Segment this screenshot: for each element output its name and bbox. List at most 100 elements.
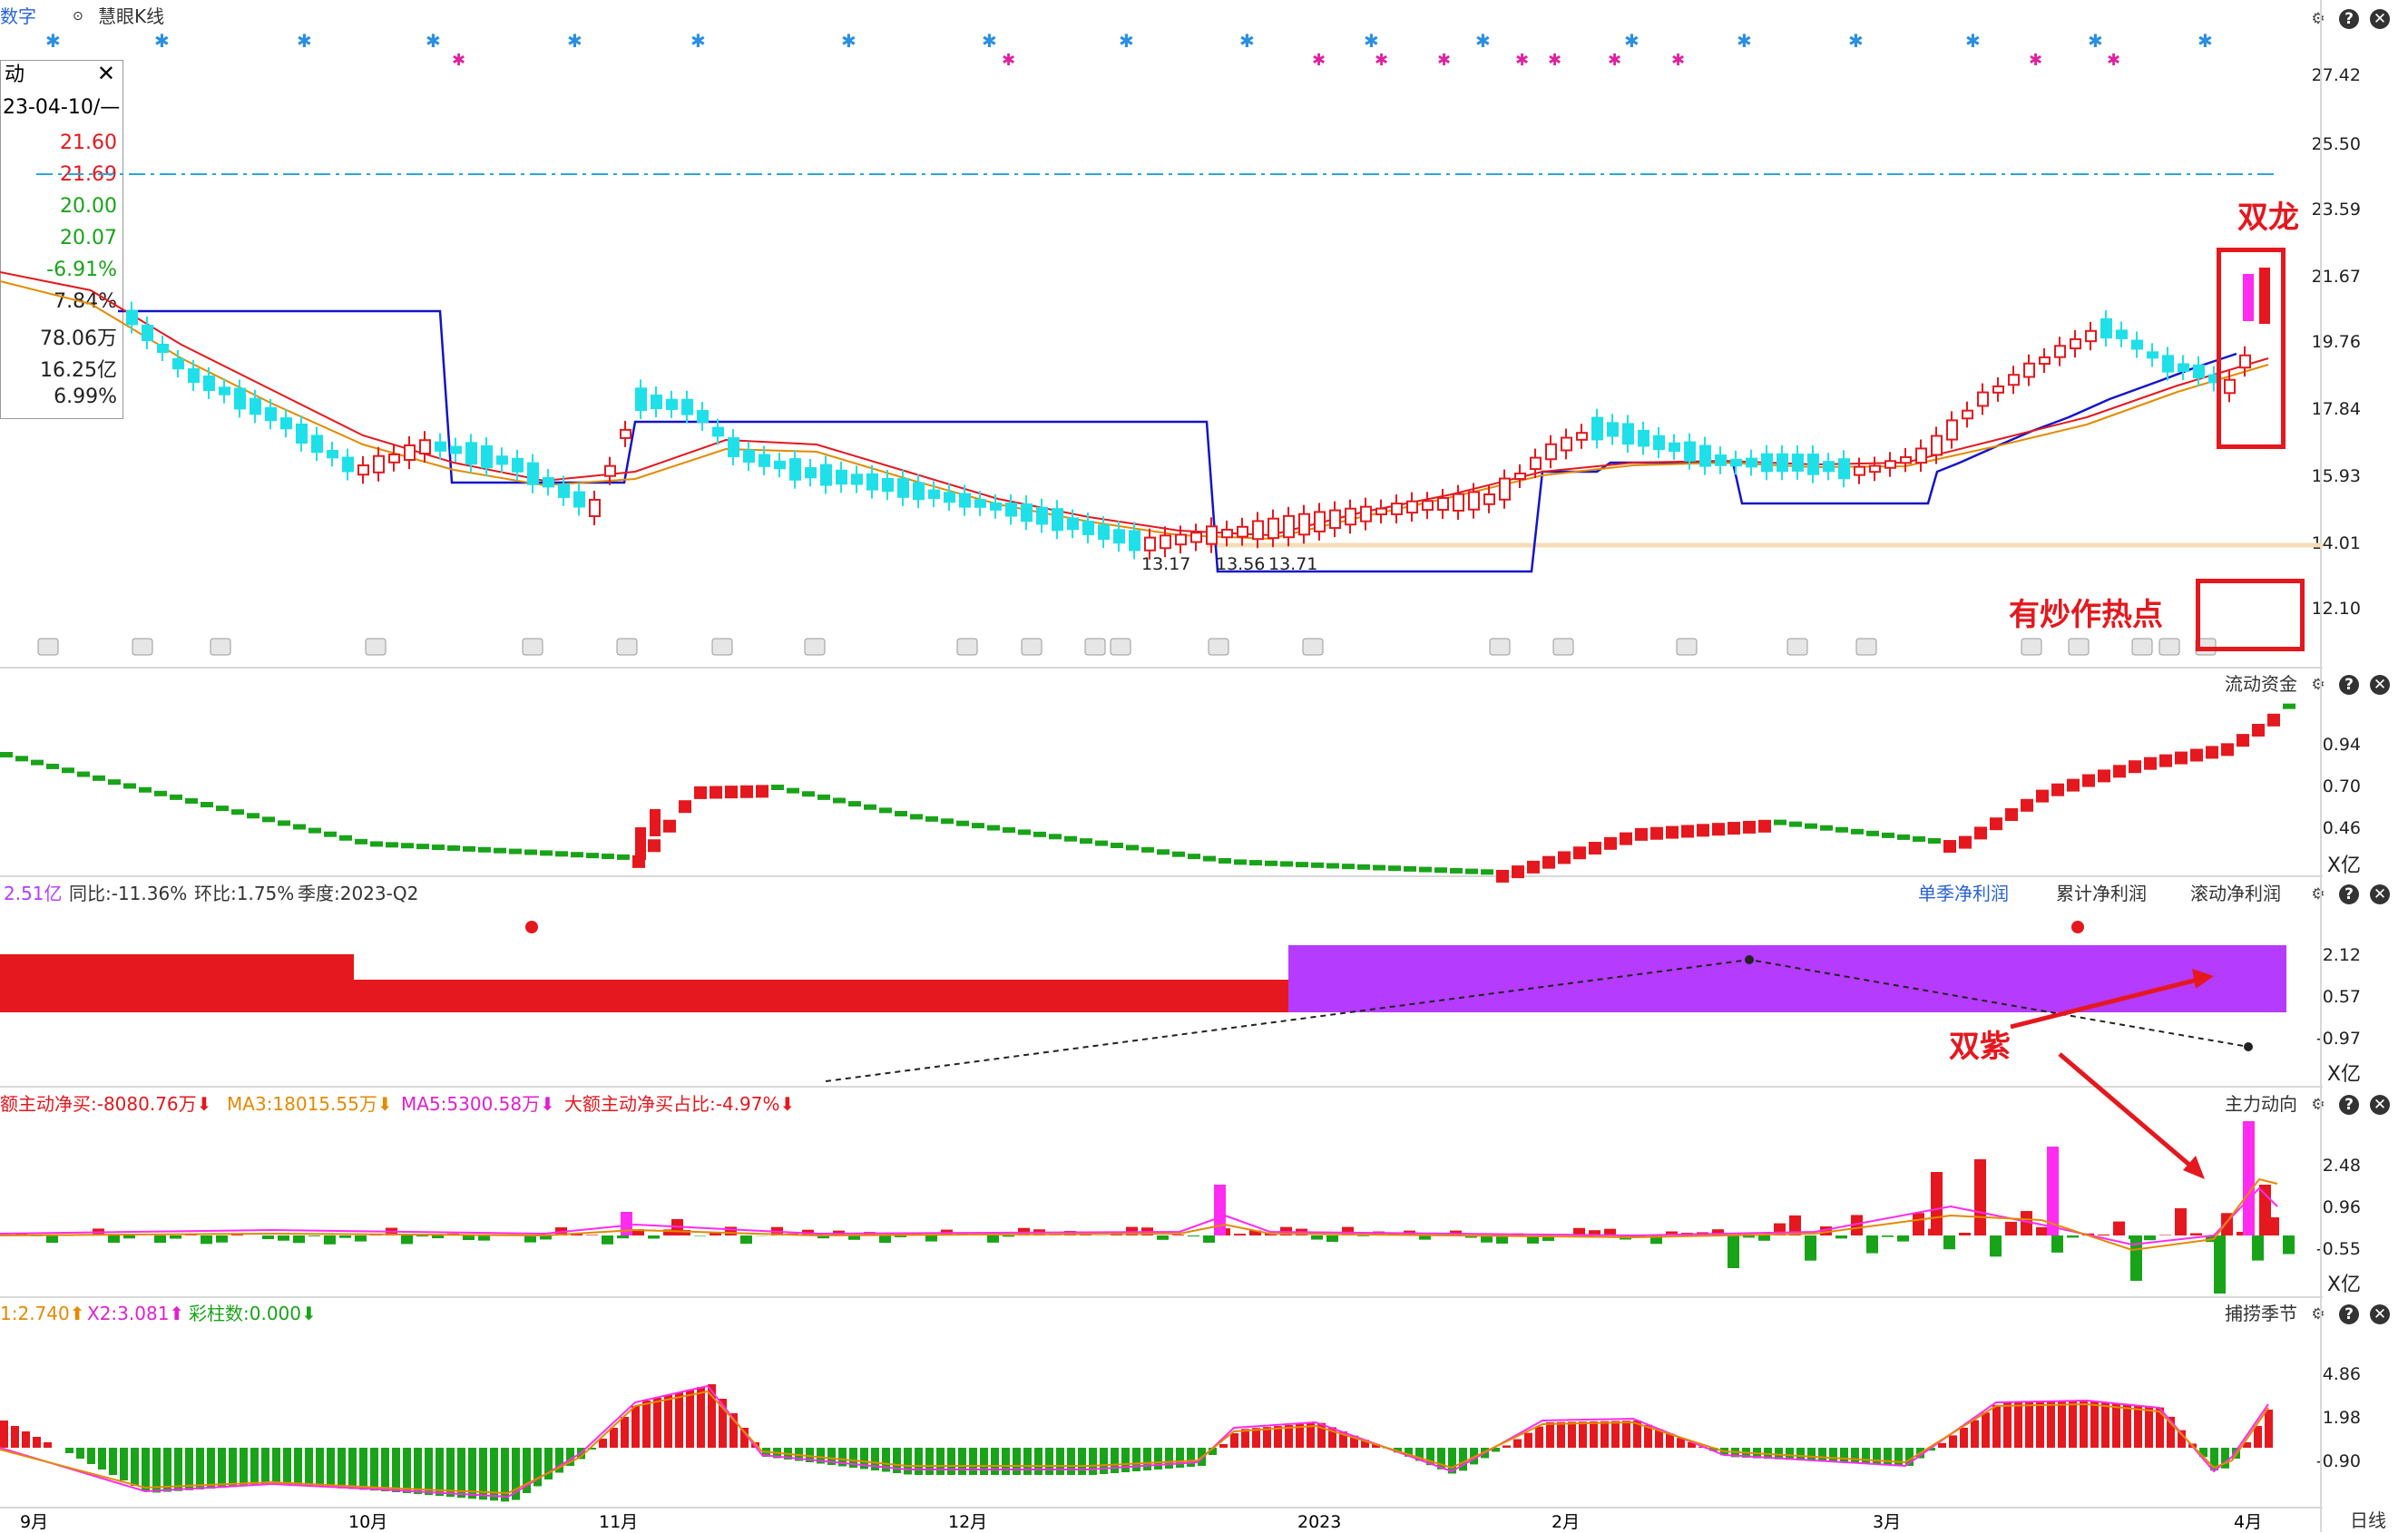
season-bar	[599, 1439, 607, 1448]
candle-body	[343, 458, 353, 472]
liquidity-bar	[710, 786, 722, 799]
liquidity-bar	[386, 842, 398, 847]
candle-body	[1916, 448, 1926, 463]
star-marker: ✱	[1848, 30, 1864, 52]
chart-canvas: ✱✱✱✱✱✱✱✱✱✱✱✱✱✱✱✱✱✱✱✱✱✱✱✱✱✱✱✱✱	[0, 0, 2408, 1532]
main-force-bar	[1311, 1235, 1323, 1240]
liquidity-bar	[2206, 746, 2218, 758]
candle-body	[1160, 535, 1170, 548]
candle-body	[1561, 438, 1571, 451]
season-bar	[1176, 1448, 1184, 1468]
stock-chart-window: 数字 ⊙ 慧眼K线 ⚙ ? ✕ 27.4225.5023.5921.6719.7…	[0, 0, 2408, 1532]
event-tag	[1856, 639, 1876, 655]
main-force-bar	[1728, 1235, 1739, 1268]
candle-body	[1423, 501, 1433, 510]
main-force-bar	[2113, 1222, 2125, 1235]
season-bar	[642, 1401, 651, 1448]
candle-body	[852, 474, 862, 483]
candle-body	[220, 387, 230, 394]
season-bar	[65, 1448, 73, 1453]
main-force-bar	[1882, 1235, 1894, 1237]
liquidity-bar	[1805, 824, 1817, 829]
profit-bar	[1288, 945, 2286, 1012]
star-marker: ✱	[1608, 51, 1621, 70]
season-bar	[2265, 1410, 2273, 1448]
candle-body	[1793, 454, 1803, 471]
liquidity-bar	[848, 801, 861, 806]
star-marker: ✱	[452, 51, 465, 70]
candle-body	[729, 438, 739, 456]
liquidity-bar	[93, 776, 105, 781]
liquidity-bar	[1573, 846, 1586, 859]
season-bar	[1546, 1422, 1554, 1448]
liquidity-bar	[1666, 826, 1679, 839]
main-force-bar	[1234, 1234, 1246, 1235]
liquidity-bar	[1758, 820, 1771, 833]
candle-body	[466, 443, 476, 464]
liquidity-bar	[1003, 827, 1015, 833]
main-force-bar	[1214, 1185, 1226, 1235]
low-price-label: 13.56	[1216, 553, 1265, 575]
liquidity-bar	[1589, 842, 1601, 854]
season-bar	[1121, 1448, 1130, 1472]
main-force-bar	[278, 1235, 289, 1241]
candle-body	[1531, 458, 1541, 469]
candle-body	[590, 500, 600, 516]
candle-body	[328, 451, 338, 457]
candle-body	[1361, 507, 1371, 522]
liquidity-bar	[817, 795, 830, 800]
candle-body	[605, 466, 615, 476]
main-force-bar	[648, 1235, 660, 1239]
liquidity-bar	[201, 802, 213, 807]
candle-body	[1191, 532, 1201, 542]
liquidity-bar	[1172, 852, 1185, 857]
candle-body	[1037, 508, 1047, 524]
season-bar	[327, 1448, 335, 1488]
season-bar	[196, 1448, 204, 1489]
low-price-label: 13.71	[1268, 553, 1317, 575]
liquidity-bar	[1681, 825, 1694, 837]
candle-body	[2148, 352, 2158, 357]
star-marker: ✱	[841, 30, 857, 52]
main-force-bar	[2036, 1227, 2048, 1235]
event-tag	[1553, 639, 1573, 655]
candle-body	[1685, 443, 1695, 461]
liquidity-bar	[2036, 790, 2049, 803]
candle-body	[1716, 455, 1726, 465]
liquidity-bar	[1542, 856, 1555, 869]
season-bar	[1230, 1433, 1238, 1448]
season-bar	[359, 1448, 367, 1489]
season-bar	[142, 1448, 150, 1491]
candle-body	[158, 345, 168, 352]
liquidity-bar	[1033, 832, 1046, 837]
candle-body	[1978, 393, 1988, 406]
profit-bar	[354, 980, 1288, 1012]
season-bar	[185, 1448, 193, 1490]
candle-body	[682, 400, 692, 415]
season-bar	[283, 1448, 291, 1485]
season-bar	[1611, 1421, 1620, 1448]
liquidity-bar	[972, 823, 984, 828]
candle-body	[1932, 436, 1942, 455]
candle-body	[1392, 503, 1402, 514]
liquidity-bar	[2190, 748, 2203, 761]
candle-body	[1762, 454, 1772, 472]
season-bar	[370, 1448, 378, 1490]
season-bar	[403, 1448, 411, 1493]
profit-point	[2244, 1042, 2253, 1051]
star-marker: ✱	[1364, 30, 1379, 52]
main-force-bar	[46, 1235, 58, 1243]
star-marker: ✱	[2107, 51, 2120, 70]
candle-body	[1284, 516, 1294, 537]
blue-trend-line	[118, 311, 2237, 571]
season-bar	[1002, 1448, 1010, 1475]
main-force-bar	[740, 1235, 752, 1244]
event-tag	[2021, 639, 2041, 655]
season-bar	[2014, 1402, 2022, 1448]
season-bar	[2156, 1408, 2164, 1448]
liquidity-bar	[1296, 862, 1308, 867]
candle-body	[2163, 356, 2173, 371]
event-tag	[805, 639, 825, 655]
liquidity-bar	[15, 756, 28, 761]
star-marker: ✱	[1737, 30, 1752, 52]
